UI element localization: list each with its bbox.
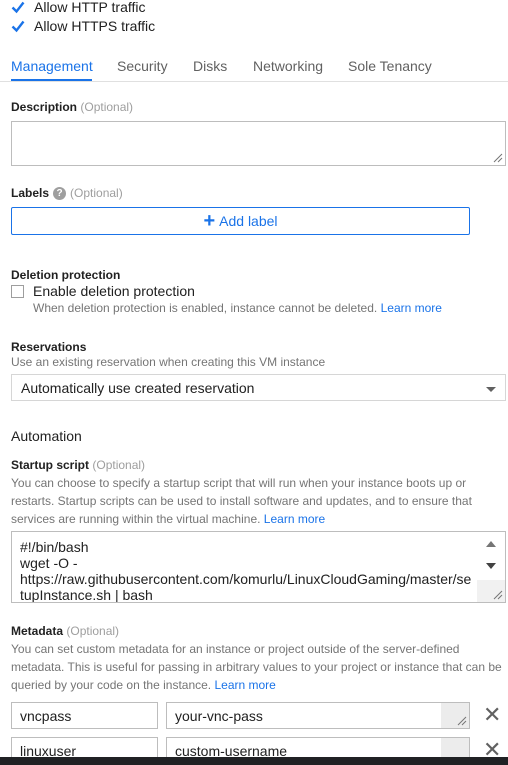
- allow-http-label: Allow HTTP traffic: [34, 0, 146, 15]
- tab-divider: [0, 81, 508, 82]
- script-line: https://raw.githubusercontent.com/komurl…: [20, 571, 472, 587]
- description-optional: (Optional): [80, 100, 134, 114]
- reservation-selected-value: Automatically use created reservation: [21, 379, 255, 396]
- close-icon: ✕: [483, 702, 502, 727]
- labels-optional: (Optional): [70, 186, 123, 200]
- deletion-protection-checkbox[interactable]: [11, 284, 24, 298]
- taskbar-strip: [0, 757, 508, 765]
- add-label-button[interactable]: + Add label: [11, 207, 470, 235]
- metadata-value-input[interactable]: your-vnc-pass: [166, 702, 470, 729]
- scroll-down-icon[interactable]: [486, 563, 496, 569]
- allow-http-row[interactable]: Allow HTTP traffic: [11, 0, 146, 14]
- startup-script-title: Startup script: [11, 458, 90, 472]
- startup-help-text: You can choose to specify a startup scri…: [11, 476, 472, 526]
- startup-script-content: #!/bin/bash wget -O - https://raw.github…: [20, 539, 485, 603]
- metadata-value-text: your-vnc-pass: [175, 707, 263, 724]
- resize-handle-icon[interactable]: [493, 590, 503, 600]
- automation-title: Automation: [11, 428, 82, 444]
- tab-management[interactable]: Management: [11, 58, 93, 74]
- labels-label: Labels ? (Optional): [11, 186, 123, 200]
- tab-security[interactable]: Security: [117, 58, 168, 74]
- startup-learn-more-link[interactable]: Learn more: [264, 512, 325, 526]
- startup-script-textarea[interactable]: #!/bin/bash wget -O - https://raw.github…: [11, 531, 506, 603]
- deletion-help-text: When deletion protection is enabled, ins…: [33, 301, 378, 315]
- checkmark-icon[interactable]: [11, 19, 25, 33]
- reservations-help: Use an existing reservation when creatin…: [11, 355, 326, 369]
- script-line: tupInstance.sh | bash: [20, 587, 153, 603]
- metadata-help: You can set custom metadata for an insta…: [11, 640, 504, 694]
- help-icon[interactable]: ?: [53, 186, 67, 200]
- metadata-optional: (Optional): [66, 624, 120, 638]
- add-label-text: Add label: [219, 213, 278, 229]
- active-tab-indicator: [11, 79, 92, 81]
- resize-handle-icon[interactable]: [493, 153, 503, 163]
- dropdown-arrow-icon: [486, 387, 496, 392]
- deletion-protection-label: Enable deletion protection: [33, 283, 195, 299]
- tab-disks[interactable]: Disks: [193, 58, 227, 74]
- startup-script-help: You can choose to specify a startup scri…: [11, 474, 504, 528]
- checkmark-icon[interactable]: [11, 0, 25, 14]
- description-label: Description (Optional): [11, 100, 133, 114]
- metadata-label: Metadata (Optional): [11, 624, 119, 638]
- tab-sole-tenancy[interactable]: Sole Tenancy: [348, 58, 432, 74]
- labels-title: Labels: [11, 186, 50, 200]
- allow-https-label: Allow HTTPS traffic: [34, 18, 156, 34]
- reservation-select[interactable]: Automatically use created reservation: [11, 374, 506, 401]
- metadata-key-input[interactable]: vncpass: [11, 702, 158, 729]
- plus-icon: +: [203, 210, 216, 232]
- script-line: wget -O -: [20, 555, 78, 571]
- scroll-up-icon[interactable]: [486, 541, 496, 547]
- description-title: Description: [11, 100, 78, 114]
- deletion-learn-more-link[interactable]: Learn more: [381, 301, 442, 315]
- description-textarea[interactable]: [11, 121, 506, 166]
- resize-handle-icon[interactable]: [457, 716, 467, 726]
- allow-https-row[interactable]: Allow HTTPS traffic: [11, 18, 155, 34]
- metadata-title: Metadata: [11, 624, 64, 638]
- remove-item-button[interactable]: ✕: [483, 704, 501, 726]
- deletion-protection-title: Deletion protection: [11, 268, 121, 282]
- reservations-title: Reservations: [11, 340, 87, 354]
- tab-networking[interactable]: Networking: [253, 58, 323, 74]
- deletion-protection-help: When deletion protection is enabled, ins…: [33, 299, 442, 317]
- deletion-protection-row[interactable]: Enable deletion protection: [11, 283, 195, 299]
- script-line: #!/bin/bash: [20, 539, 89, 555]
- startup-script-label: Startup script (Optional): [11, 458, 145, 472]
- startup-script-optional: (Optional): [92, 458, 146, 472]
- metadata-learn-more-link[interactable]: Learn more: [214, 678, 275, 692]
- metadata-key-value: vncpass: [20, 707, 72, 724]
